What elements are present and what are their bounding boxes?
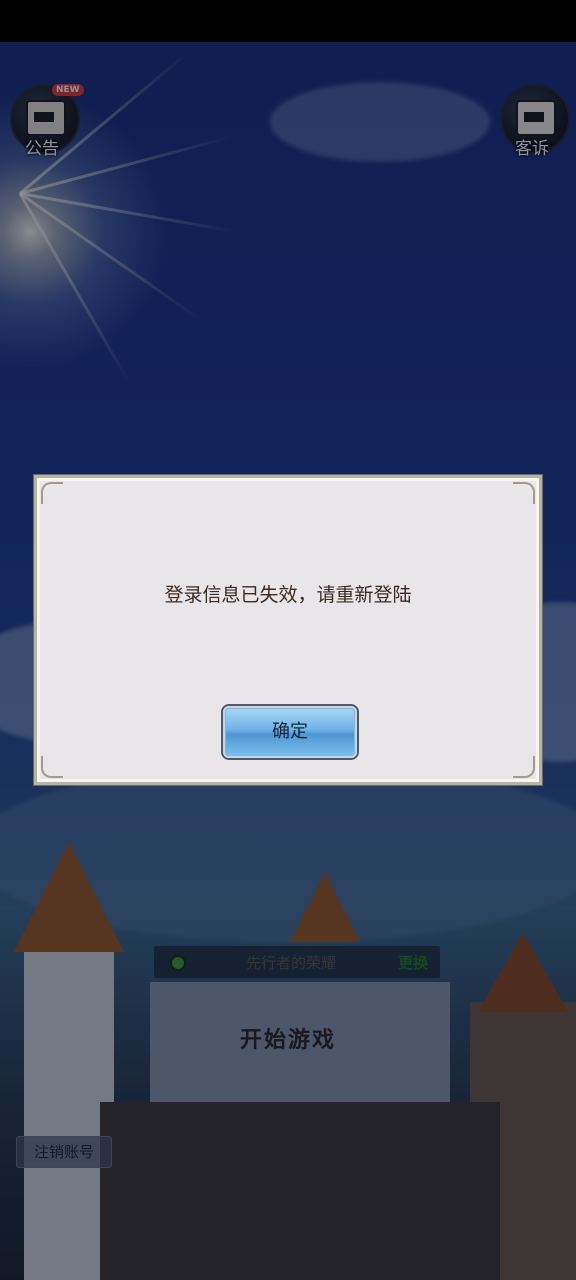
confirm-button[interactable]: 确定 bbox=[223, 706, 357, 758]
status-bar bbox=[0, 0, 576, 42]
corner-ornament bbox=[513, 482, 535, 504]
dialog-message: 登录信息已失效，请重新登陆 bbox=[164, 584, 412, 606]
game-login-screen: NEW 公告 客诉 先行者的荣耀 更换 开始游戏 注销账号 登录信息已失效，请重… bbox=[0, 0, 576, 1280]
corner-ornament bbox=[513, 756, 535, 778]
corner-ornament bbox=[41, 482, 63, 504]
corner-ornament bbox=[41, 756, 63, 778]
alert-dialog: 登录信息已失效，请重新登陆 确定 bbox=[34, 475, 542, 785]
